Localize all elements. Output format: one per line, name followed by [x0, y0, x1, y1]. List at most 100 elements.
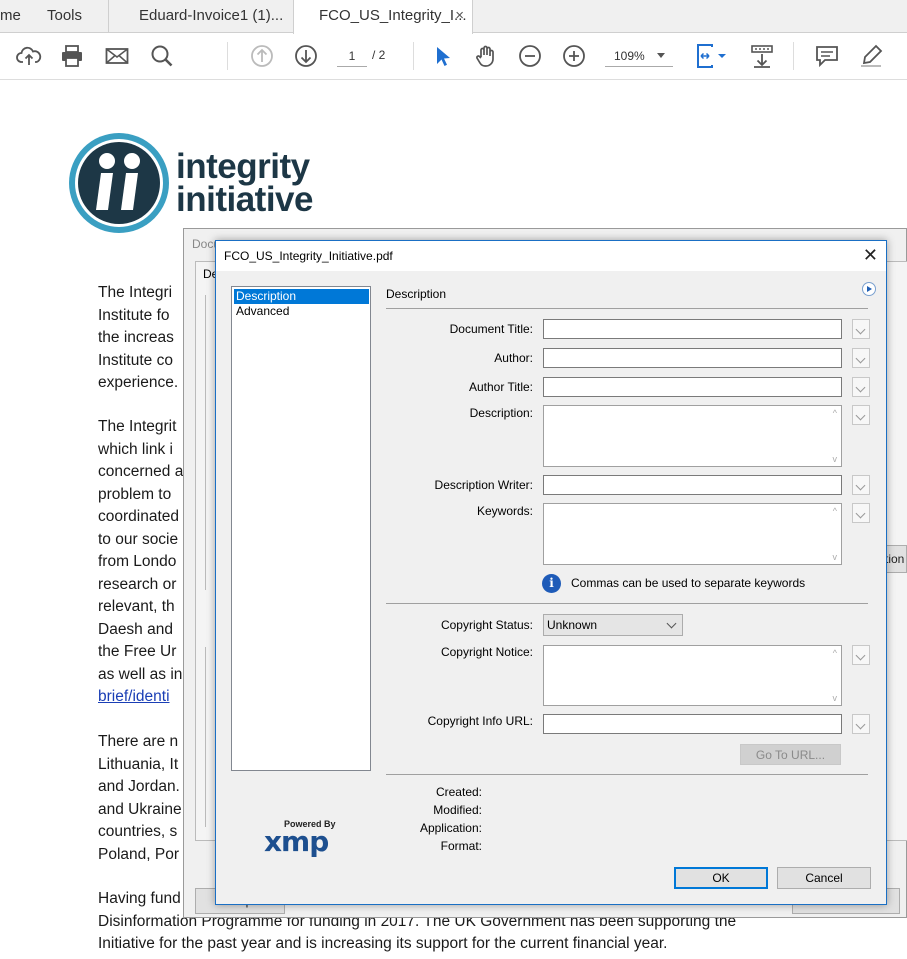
search-icon[interactable] — [149, 43, 175, 69]
created-label: Created: — [435, 785, 482, 799]
author-dropdown[interactable] — [852, 348, 870, 368]
text-line: which link i — [98, 440, 173, 458]
hand-tool-icon[interactable] — [473, 43, 499, 69]
copyright-url-dropdown[interactable] — [852, 714, 870, 734]
info-icon: i — [542, 574, 561, 593]
nav-item-advanced[interactable]: Advanced — [234, 304, 369, 319]
select-arrow-icon[interactable] — [429, 43, 455, 69]
text-line: Initiative for the past year and is incr… — [98, 935, 668, 952]
text-line: relevant, th — [98, 598, 175, 615]
tab-home[interactable]: me — [0, 0, 40, 33]
toolbar-divider — [793, 42, 794, 70]
scroll-down-icon[interactable]: v — [833, 454, 838, 464]
scroll-up-icon[interactable]: ^ — [833, 408, 837, 418]
zoom-out-icon[interactable] — [517, 43, 543, 69]
integrity-initiative-logo — [68, 130, 174, 241]
description-writer-label: Description Writer: — [434, 478, 533, 492]
text-line: Daesh and — [98, 620, 173, 638]
page-total: / 2 — [372, 48, 386, 62]
text-line: countries, s — [98, 823, 178, 840]
zoom-in-icon[interactable] — [561, 43, 587, 69]
go-to-url-button[interactable]: Go To URL... — [740, 744, 841, 765]
document-title-dropdown[interactable] — [852, 319, 870, 339]
scroll-down-icon[interactable]: v — [833, 552, 838, 562]
email-icon[interactable] — [104, 43, 130, 69]
author-title-label: Author Title: — [468, 380, 533, 394]
more-info-icon[interactable] — [862, 282, 876, 296]
description-dialog: FCO_US_Integrity_Initiative.pdf ✕ Descri… — [215, 240, 887, 905]
copyright-status-value: Unknown — [547, 618, 598, 632]
text-line: problem to — [98, 485, 172, 503]
comment-icon[interactable] — [814, 43, 840, 69]
tab-bar: me Tools Eduard-Invoice1 (1)... FCO_US_I… — [0, 0, 907, 34]
scroll-up-icon[interactable]: ^ — [833, 648, 837, 658]
author-title-input[interactable] — [543, 377, 842, 397]
copyright-url-label: Copyright Info URL: — [427, 714, 533, 728]
fit-page-icon[interactable] — [695, 43, 729, 69]
copyright-notice-textarea[interactable]: ^ v — [543, 645, 842, 706]
document-title-label: Document Title: — [449, 322, 533, 336]
text-line: and Jordan. — [98, 778, 180, 795]
close-icon[interactable]: ✕ — [863, 245, 878, 266]
print-icon[interactable] — [59, 43, 85, 69]
text-line: The Integrit — [98, 418, 177, 435]
tab-home-label: me — [0, 7, 21, 24]
dialog-title: FCO_US_Integrity_Initiative.pdf — [224, 249, 393, 263]
divider — [386, 308, 868, 309]
page-number-input[interactable]: 1 — [337, 45, 367, 67]
application-label: Application: — [419, 821, 482, 835]
next-page-icon[interactable] — [293, 43, 319, 69]
scroll-up-icon[interactable]: ^ — [833, 506, 837, 516]
keywords-hint: Commas can be used to separate keywords — [571, 576, 806, 590]
chevron-down-icon — [666, 618, 677, 629]
paragraph-1: The Integri Institute fo the increas Ins… — [98, 282, 178, 395]
copyright-url-input[interactable] — [543, 714, 842, 734]
cancel-button[interactable]: Cancel — [777, 867, 871, 889]
author-label: Author: — [494, 351, 533, 365]
dialog-titlebar: FCO_US_Integrity_Initiative.pdf ✕ — [216, 241, 886, 271]
tab-tools[interactable]: Tools — [47, 0, 107, 33]
copyright-status-select[interactable]: Unknown — [543, 614, 683, 636]
copyright-status-label: Copyright Status: — [440, 618, 533, 632]
paragraph-2: The Integrit which link i concerned a pr… — [98, 416, 183, 709]
author-title-dropdown[interactable] — [852, 377, 870, 397]
author-input[interactable] — [543, 348, 842, 368]
description-label: Description: — [469, 406, 533, 420]
previous-page-icon[interactable] — [249, 43, 275, 69]
modified-label: Modified: — [433, 803, 482, 817]
description-writer-dropdown[interactable] — [852, 475, 870, 495]
text-line: Institute fo — [98, 306, 170, 324]
text-line: as well as in — [98, 665, 183, 683]
tab-invoice[interactable]: Eduard-Invoice1 (1)... — [108, 0, 293, 33]
scroll-mode-icon[interactable] — [749, 43, 775, 69]
document-title-input[interactable] — [543, 319, 842, 339]
document-link[interactable]: brief/identi — [98, 688, 170, 705]
text-line: Poland, Por — [98, 845, 179, 863]
text-line: and Ukraine — [98, 800, 182, 818]
panel-title: Description — [386, 287, 447, 301]
text-line: There are n — [98, 733, 179, 750]
text-line: from Londo — [98, 553, 177, 570]
tab-tools-label: Tools — [47, 7, 83, 24]
description-dropdown[interactable] — [852, 405, 870, 425]
scroll-down-icon[interactable]: v — [833, 693, 838, 703]
app-window: me Tools Eduard-Invoice1 (1)... FCO_US_I… — [0, 0, 907, 959]
chevron-down-icon[interactable] — [657, 53, 665, 58]
description-textarea[interactable]: ^ v — [543, 405, 842, 467]
toolbar: 1 / 2 109% — [0, 34, 907, 80]
keywords-dropdown[interactable] — [852, 503, 870, 523]
tab-current-document[interactable]: FCO_US_Integrity_I... × — [293, 0, 473, 34]
keywords-label: Keywords: — [476, 504, 533, 518]
description-writer-input[interactable] — [543, 475, 842, 495]
keywords-textarea[interactable]: ^ v — [543, 503, 842, 565]
ok-button[interactable]: OK — [674, 867, 768, 889]
tab-close-icon[interactable]: × — [455, 7, 464, 24]
divider — [386, 774, 868, 775]
copyright-notice-dropdown[interactable] — [852, 645, 870, 665]
highlight-pen-icon[interactable] — [858, 43, 884, 69]
text-line: coordinated — [98, 508, 180, 525]
logo-line-1: integrity — [176, 147, 310, 186]
text-line: Lithuania, It — [98, 755, 179, 773]
upload-cloud-icon[interactable] — [16, 43, 42, 69]
nav-item-description[interactable]: Description — [234, 289, 369, 304]
